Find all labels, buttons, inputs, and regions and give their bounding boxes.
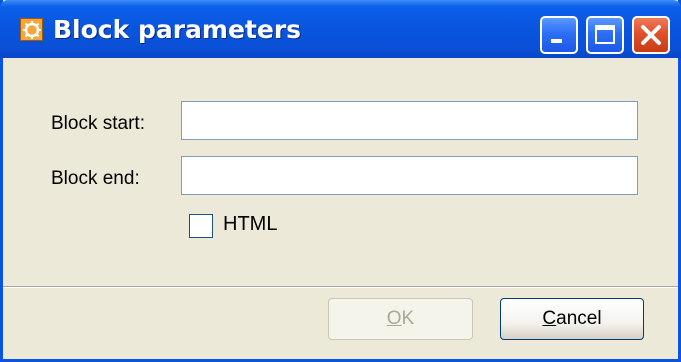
html-checkbox[interactable] [189, 214, 213, 238]
ok-button[interactable]: OK [328, 298, 473, 340]
cancel-button[interactable]: Cancel [500, 298, 644, 340]
ok-label-rest: K [401, 308, 415, 329]
button-separator [3, 286, 678, 288]
html-checkbox-label[interactable]: HTML [223, 213, 277, 236]
block-start-label: Block start: [51, 113, 145, 134]
block-start-field[interactable] [181, 101, 638, 140]
block-end-field[interactable] [181, 156, 638, 195]
cancel-label-rest: ancel [556, 308, 602, 329]
ok-accel: O [386, 308, 402, 329]
minimize-button[interactable] [540, 16, 578, 54]
block-start-input[interactable] [182, 102, 637, 139]
block-end-input[interactable] [182, 157, 637, 194]
gear-icon [20, 18, 43, 41]
cancel-accel: C [542, 308, 557, 329]
title-bar[interactable]: Block parameters [0, 0, 681, 58]
close-icon [641, 25, 661, 45]
dialog-window: Block parameters Block start: Block end:… [0, 0, 681, 362]
block-end-label: Block end: [51, 168, 140, 189]
maximize-button[interactable] [586, 16, 624, 54]
close-button[interactable] [632, 16, 670, 54]
maximize-icon [595, 25, 615, 44]
minimize-icon [551, 39, 562, 43]
window-title: Block parameters [53, 15, 302, 44]
